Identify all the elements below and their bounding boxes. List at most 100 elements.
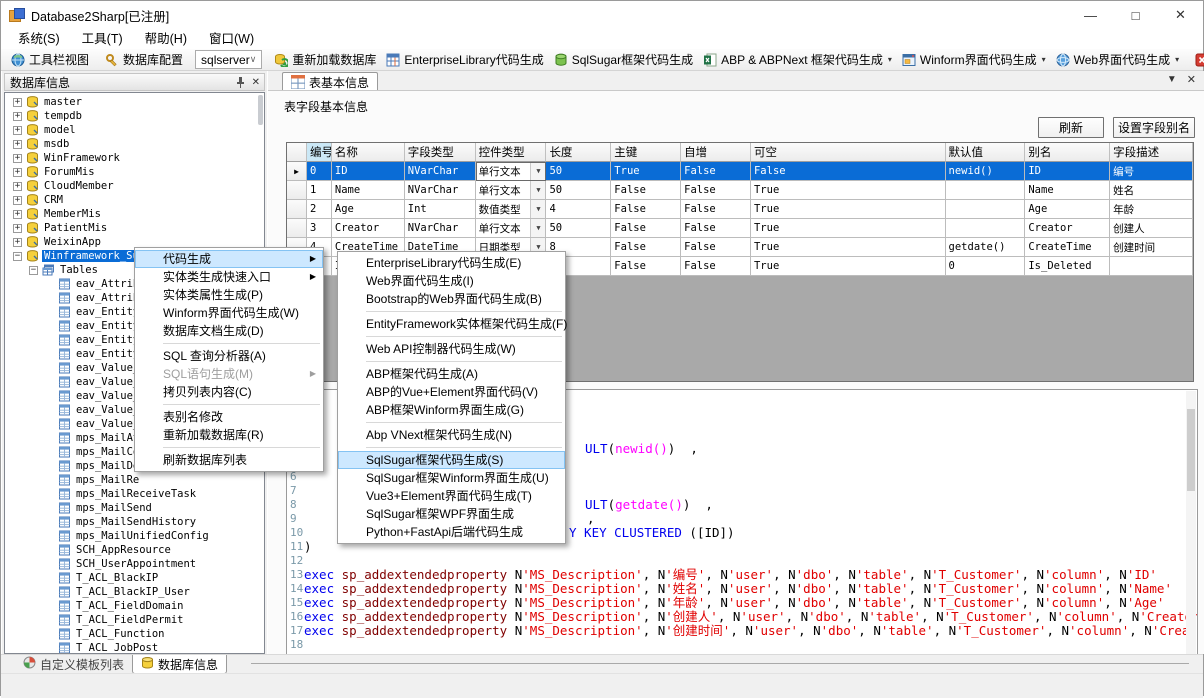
toolbar-button[interactable]: 重新加载数据库 bbox=[269, 50, 381, 70]
grid-cell[interactable]: Name bbox=[332, 181, 405, 200]
chevron-down-icon[interactable]: ▾ bbox=[1175, 55, 1179, 64]
grid-cell[interactable]: Int bbox=[405, 200, 476, 219]
grid-cell[interactable]: False bbox=[611, 181, 681, 200]
submenu-item[interactable]: Abp VNext框架代码生成(N) bbox=[338, 426, 565, 444]
toolbar-button[interactable]: 工具栏视图 bbox=[6, 50, 94, 70]
grid-cell[interactable] bbox=[946, 200, 1026, 219]
tab-table-basic-info[interactable]: 表基本信息 bbox=[282, 72, 378, 91]
grid-cell[interactable]: True bbox=[611, 162, 681, 181]
grid-cell[interactable]: ID bbox=[1025, 162, 1110, 181]
tree-expand-icon[interactable]: + bbox=[13, 154, 22, 163]
toolbar-button[interactable]: Winform界面代码生成▾ bbox=[897, 50, 1051, 70]
grid-cell[interactable]: Creator bbox=[332, 219, 405, 238]
tree-item-database[interactable]: +tempdb bbox=[5, 109, 264, 123]
tree-expand-icon[interactable]: + bbox=[13, 126, 22, 135]
tree-item-table[interactable]: SCH_AppResource bbox=[5, 543, 264, 557]
tree-item-database[interactable]: +master bbox=[5, 95, 264, 109]
tree-item-table[interactable]: mps_MailReceiveTask bbox=[5, 487, 264, 501]
tab-close-icon[interactable]: ✕ bbox=[1187, 73, 1196, 86]
set-field-alias-button[interactable]: 设置字段别名 bbox=[1113, 117, 1195, 138]
submenu-item[interactable]: ABP框架Winform界面生成(G) bbox=[338, 401, 565, 419]
submenu-item[interactable]: SqlSugar框架代码生成(S) bbox=[338, 451, 565, 469]
control-type-combo-cell[interactable]: 数值类型▼ bbox=[476, 200, 547, 219]
control-type-combo-cell[interactable]: 单行文本▼ bbox=[476, 219, 547, 238]
grid-cell[interactable]: True bbox=[751, 238, 946, 257]
code-scrollbar-thumb[interactable] bbox=[1187, 409, 1195, 491]
code-scrollbar[interactable] bbox=[1186, 391, 1196, 668]
grid-cell[interactable]: Name bbox=[1025, 181, 1110, 200]
chevron-down-icon[interactable]: ▼ bbox=[530, 219, 545, 237]
grid-cell[interactable]: True bbox=[751, 200, 946, 219]
table-row[interactable]: 1NameNVarChar单行文本▼50FalseFalseTrueName姓名 bbox=[287, 181, 1193, 200]
grid-cell[interactable]: False bbox=[681, 162, 751, 181]
toolbar-button[interactable]: 数据库配置 bbox=[100, 50, 188, 70]
panel-close-icon[interactable]: ✕ bbox=[252, 77, 260, 88]
tree-item-table[interactable]: mps_MailRe bbox=[5, 473, 264, 487]
toolbar-button[interactable]: EnterpriseLibrary代码生成 bbox=[381, 50, 548, 70]
control-type-combo-cell[interactable]: 单行文本▼ bbox=[476, 181, 547, 200]
splitter-line[interactable] bbox=[251, 663, 1189, 664]
grid-cell[interactable] bbox=[946, 219, 1026, 238]
grid-column-header[interactable]: 名称 bbox=[332, 143, 405, 162]
grid-cell[interactable]: NVarChar bbox=[405, 162, 476, 181]
grid-cell[interactable]: False bbox=[611, 200, 681, 219]
grid-cell[interactable]: 4 bbox=[546, 200, 611, 219]
submenu-item[interactable]: ABP框架代码生成(A) bbox=[338, 365, 565, 383]
tree-expand-icon[interactable]: + bbox=[13, 98, 22, 107]
control-type-combo-cell[interactable]: 单行文本▼ bbox=[476, 162, 547, 181]
grid-column-header[interactable]: 默认值 bbox=[946, 143, 1026, 162]
tree-item-database[interactable]: +CRM bbox=[5, 193, 264, 207]
submenu-item[interactable]: EntityFramework实体框架代码生成(F) bbox=[338, 315, 565, 333]
context-menu-item[interactable]: Winform界面代码生成(W) bbox=[135, 304, 323, 322]
grid-cell[interactable]: Is_Deleted bbox=[1025, 257, 1110, 276]
grid-column-header[interactable]: 字段类型 bbox=[405, 143, 476, 162]
close-button[interactable]: ✕ bbox=[1158, 1, 1203, 29]
dock-tab[interactable]: 自定义模板列表 bbox=[15, 655, 132, 673]
grid-cell[interactable]: NVarChar bbox=[405, 181, 476, 200]
tree-item-table[interactable]: T_ACL_FieldDomain bbox=[5, 599, 264, 613]
grid-cell[interactable]: False bbox=[681, 181, 751, 200]
tree-item-table[interactable]: T_ACL_JobPost bbox=[5, 641, 264, 654]
grid-column-header[interactable]: 字段描述 bbox=[1110, 143, 1193, 162]
menubar-item[interactable]: 工具(T) bbox=[71, 29, 134, 49]
context-menu-item[interactable]: 刷新数据库列表 bbox=[135, 451, 323, 469]
context-menu-item[interactable]: 实体类属性生成(P) bbox=[135, 286, 323, 304]
table-row[interactable]: 2AgeInt数值类型▼4FalseFalseTrueAge年龄 bbox=[287, 200, 1193, 219]
toolbar-button[interactable]: SqlSugar框架代码生成 bbox=[549, 50, 698, 70]
tree-item-table[interactable]: mps_MailSend bbox=[5, 501, 264, 515]
row-header-cell[interactable]: ▶ bbox=[287, 162, 307, 181]
table-row[interactable]: 3CreatorNVarChar单行文本▼50FalseFalseTrueCre… bbox=[287, 219, 1193, 238]
grid-cell[interactable]: False bbox=[611, 257, 681, 276]
grid-cell[interactable]: 姓名 bbox=[1110, 181, 1193, 200]
tree-item-table[interactable]: T_ACL_BlackIP_User bbox=[5, 585, 264, 599]
tree-item-database[interactable]: +CloudMember bbox=[5, 179, 264, 193]
submenu-item[interactable]: Vue3+Element界面代码生成(T) bbox=[338, 487, 565, 505]
grid-cell[interactable]: 编号 bbox=[1110, 162, 1193, 181]
menubar-item[interactable]: 窗口(W) bbox=[198, 29, 265, 49]
submenu-item[interactable]: SqlSugar框架Winform界面生成(U) bbox=[338, 469, 565, 487]
dock-tab[interactable]: 数据库信息 bbox=[132, 655, 227, 674]
grid-cell[interactable]: 0 bbox=[307, 162, 332, 181]
tree-item-database[interactable]: +MemberMis bbox=[5, 207, 264, 221]
menubar-item[interactable]: 帮助(H) bbox=[134, 29, 198, 49]
grid-column-header[interactable]: 自增 bbox=[681, 143, 751, 162]
submenu-item[interactable]: Python+FastApi后端代码生成 bbox=[338, 523, 565, 541]
grid-cell[interactable]: 创建人 bbox=[1110, 219, 1193, 238]
tree-expand-icon[interactable]: + bbox=[13, 168, 22, 177]
grid-cell[interactable]: True bbox=[751, 257, 946, 276]
pin-icon[interactable] bbox=[236, 77, 245, 88]
tree-expand-icon[interactable]: + bbox=[13, 238, 22, 247]
toolbar-button[interactable]: ABP & ABPNext 框架代码生成▾ bbox=[698, 50, 897, 70]
grid-column-header[interactable]: 可空 bbox=[751, 143, 946, 162]
tree-expand-icon[interactable]: + bbox=[13, 196, 22, 205]
grid-column-header[interactable]: 长度 bbox=[546, 143, 611, 162]
tree-item-database[interactable]: +WinFramework bbox=[5, 151, 264, 165]
tree-item-table[interactable]: T_ACL_Function bbox=[5, 627, 264, 641]
grid-cell[interactable]: False bbox=[611, 219, 681, 238]
context-menu-item[interactable]: 实体类生成快速入口▶ bbox=[135, 268, 323, 286]
refresh-button[interactable]: 刷新 bbox=[1038, 117, 1104, 138]
chevron-down-icon[interactable]: ▾ bbox=[888, 55, 892, 64]
menubar-item[interactable]: 系统(S) bbox=[7, 29, 71, 49]
grid-cell[interactable]: 50 bbox=[546, 181, 611, 200]
grid-column-header[interactable]: 编号 bbox=[307, 143, 332, 162]
